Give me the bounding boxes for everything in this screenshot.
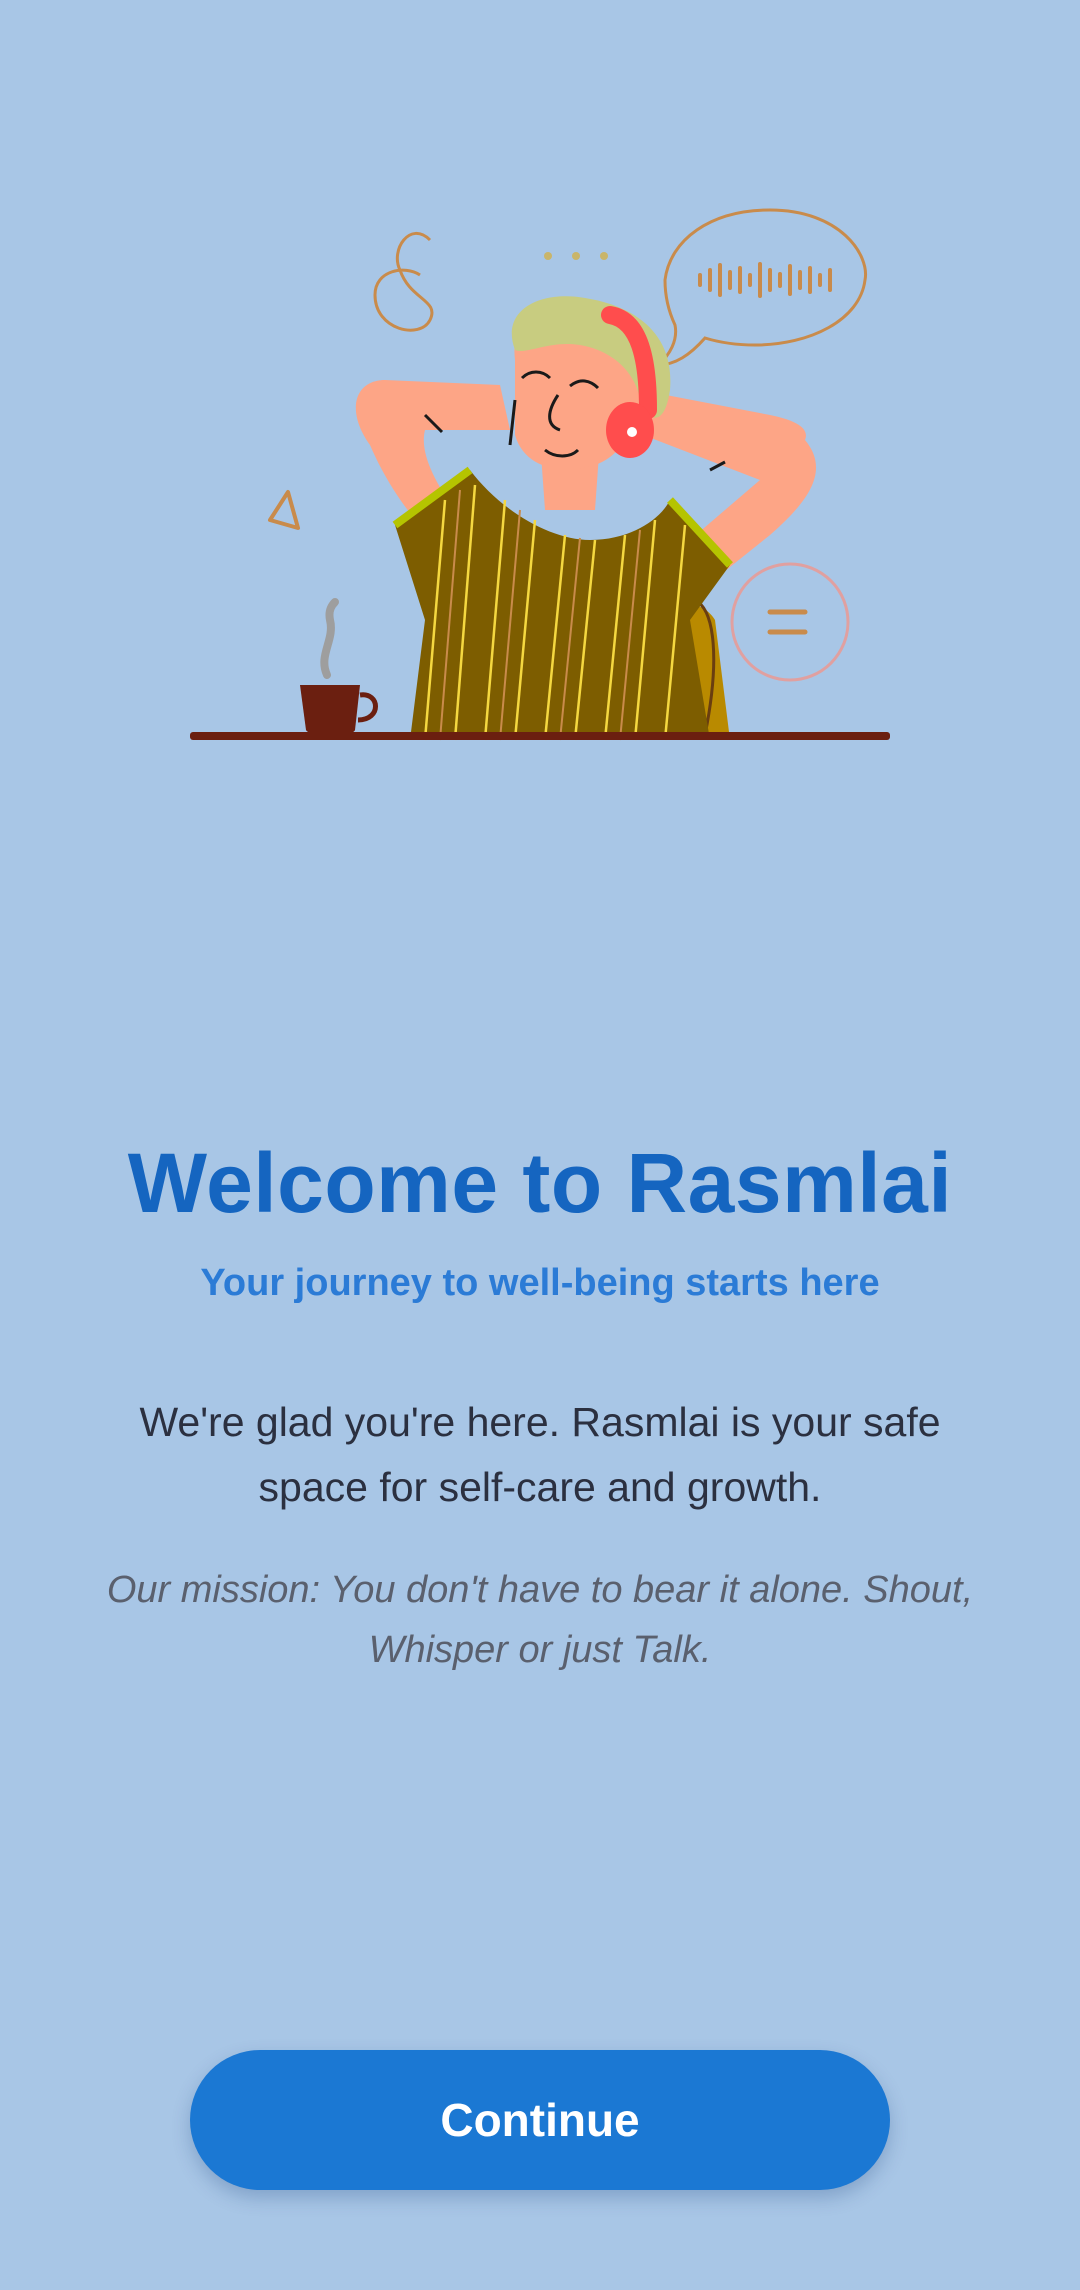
intro-text: We're glad you're here. Rasmlai is your … — [139, 1399, 941, 1510]
steam — [320, 598, 339, 679]
welcome-screen: Welcome to Rasmlai Your journey to well-… — [0, 0, 1080, 2290]
circle-doodle — [730, 562, 850, 682]
page-subtitle: Your journey to well-being starts here — [200, 1262, 880, 1304]
dot-1 — [544, 252, 552, 260]
dot-3 — [600, 252, 608, 260]
swirl-doodle — [373, 232, 434, 332]
relaxing-person-illustration — [190, 208, 890, 741]
continue-button[interactable]: Continue — [190, 2050, 890, 2190]
mission-text: Our mission: You don't have to bear it a… — [106, 1569, 974, 1671]
coffee-cup-icon — [300, 685, 360, 736]
sound-wave-icon — [698, 262, 832, 298]
triangle-doodle — [268, 490, 300, 530]
hero-illustration — [170, 180, 910, 750]
table — [190, 732, 890, 740]
page-title: Welcome to Rasmlai — [127, 1136, 953, 1230]
dot-2 — [572, 252, 580, 260]
